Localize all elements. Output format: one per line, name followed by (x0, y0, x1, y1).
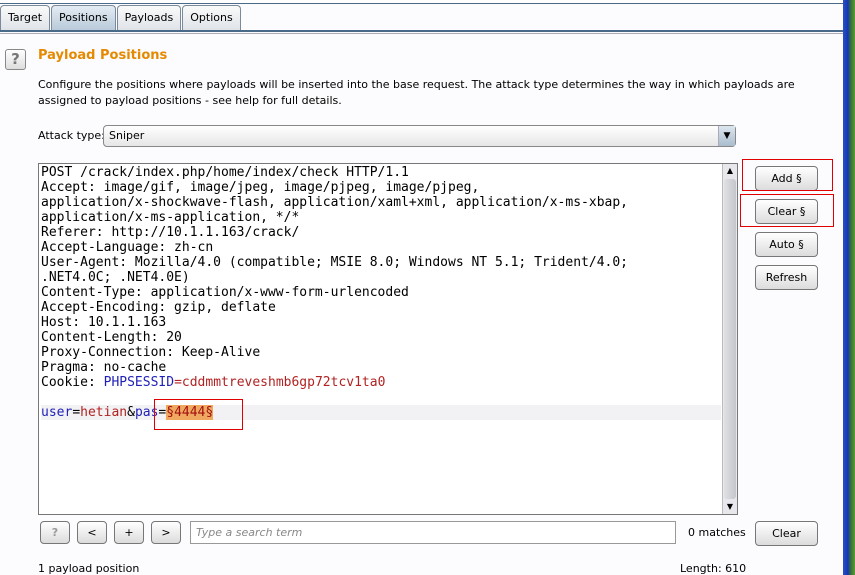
attack-type-select[interactable]: Sniper ▼ (103, 125, 736, 147)
tab-payloads[interactable]: Payloads (116, 5, 182, 30)
tab-bar: Target Positions Payloads Options (0, 5, 242, 31)
cookie-eq: = (174, 375, 182, 390)
cookie-value: cddmmtreveshmb6gp72tcv1ta0 (181, 375, 386, 390)
request-line: Accept-Language: zh-cn (41, 240, 214, 255)
request-line: .NET4.0C; .NET4.0E) (41, 270, 190, 285)
request-length: Length: 610 (680, 562, 747, 575)
request-line: Referer: http://10.1.1.163/crack/ (41, 225, 300, 240)
tab-positions[interactable]: Positions (51, 5, 116, 30)
search-help-button[interactable]: ? (40, 521, 70, 544)
cookie-line: Cookie: PHPSESSID=cddmmtreveshmb6gp72tcv… (41, 375, 721, 390)
search-add-button[interactable]: + (114, 521, 144, 544)
request-line: Accept: image/gif, image/jpeg, image/pjp… (41, 180, 480, 195)
annotation-box-clear (740, 194, 834, 227)
request-lines: POST /crack/index.php/home/index/check H… (41, 165, 721, 420)
request-editor[interactable]: POST /crack/index.php/home/index/check H… (38, 163, 738, 515)
search-next-button[interactable]: > (151, 521, 181, 544)
body-line: user=hetian&pas=§4444§ (41, 405, 721, 420)
request-line: application/x-ms-application, */* (41, 210, 300, 225)
request-line: Content-Type: application/x-www-form-url… (41, 285, 409, 300)
section-description: Configure the positions where payloads w… (38, 78, 795, 107)
tab-target[interactable]: Target (0, 5, 51, 30)
cookie-name: PHPSESSID (103, 375, 175, 390)
param-value: hetian (80, 405, 128, 420)
chevron-down-icon[interactable]: ▼ (718, 126, 735, 146)
annotation-box-add (742, 159, 833, 191)
help-icon[interactable]: ? (5, 49, 26, 70)
attack-type-label: Attack type: (38, 129, 105, 142)
match-count: 0 matches (688, 526, 746, 539)
request-line: POST /crack/index.php/home/index/check H… (41, 165, 409, 180)
scroll-down-icon[interactable]: ▼ (723, 500, 737, 514)
window-top-bar (0, 0, 843, 4)
search-clear-button[interactable]: Clear (755, 521, 818, 546)
tab-divider (0, 30, 843, 34)
search-input[interactable]: Type a search term (190, 521, 676, 544)
refresh-button[interactable]: Refresh (755, 265, 818, 290)
request-line: Accept-Encoding: gzip, deflate (41, 300, 276, 315)
payload-count: 1 payload position (38, 562, 140, 575)
tab-options[interactable]: Options (182, 5, 241, 30)
page-title: Payload Positions (38, 48, 168, 63)
scroll-up-icon[interactable]: ▲ (723, 164, 737, 178)
param-eq: = (72, 405, 81, 420)
desktop-edge (843, 0, 855, 575)
search-prev-button[interactable]: < (77, 521, 107, 544)
request-line: Host: 10.1.1.163 (41, 315, 167, 330)
param-name: user (41, 405, 73, 420)
request-line: Content-Length: 20 (41, 330, 182, 345)
auto-marker-button[interactable]: Auto § (755, 232, 818, 257)
scroll-thumb[interactable] (724, 179, 736, 499)
cookie-label: Cookie: (41, 375, 104, 390)
request-line: application/x-shockwave-flash, applicati… (41, 195, 628, 210)
attack-type-value: Sniper (109, 129, 145, 142)
request-line: Pragma: no-cache (41, 360, 167, 375)
annotation-box-payload (154, 399, 243, 430)
param-amp: & (127, 405, 135, 420)
vertical-scrollbar[interactable]: ▲ ▼ (722, 164, 737, 514)
request-line: Proxy-Connection: Keep-Alive (41, 345, 261, 360)
request-line: User-Agent: Mozilla/4.0 (compatible; MSI… (41, 255, 628, 270)
